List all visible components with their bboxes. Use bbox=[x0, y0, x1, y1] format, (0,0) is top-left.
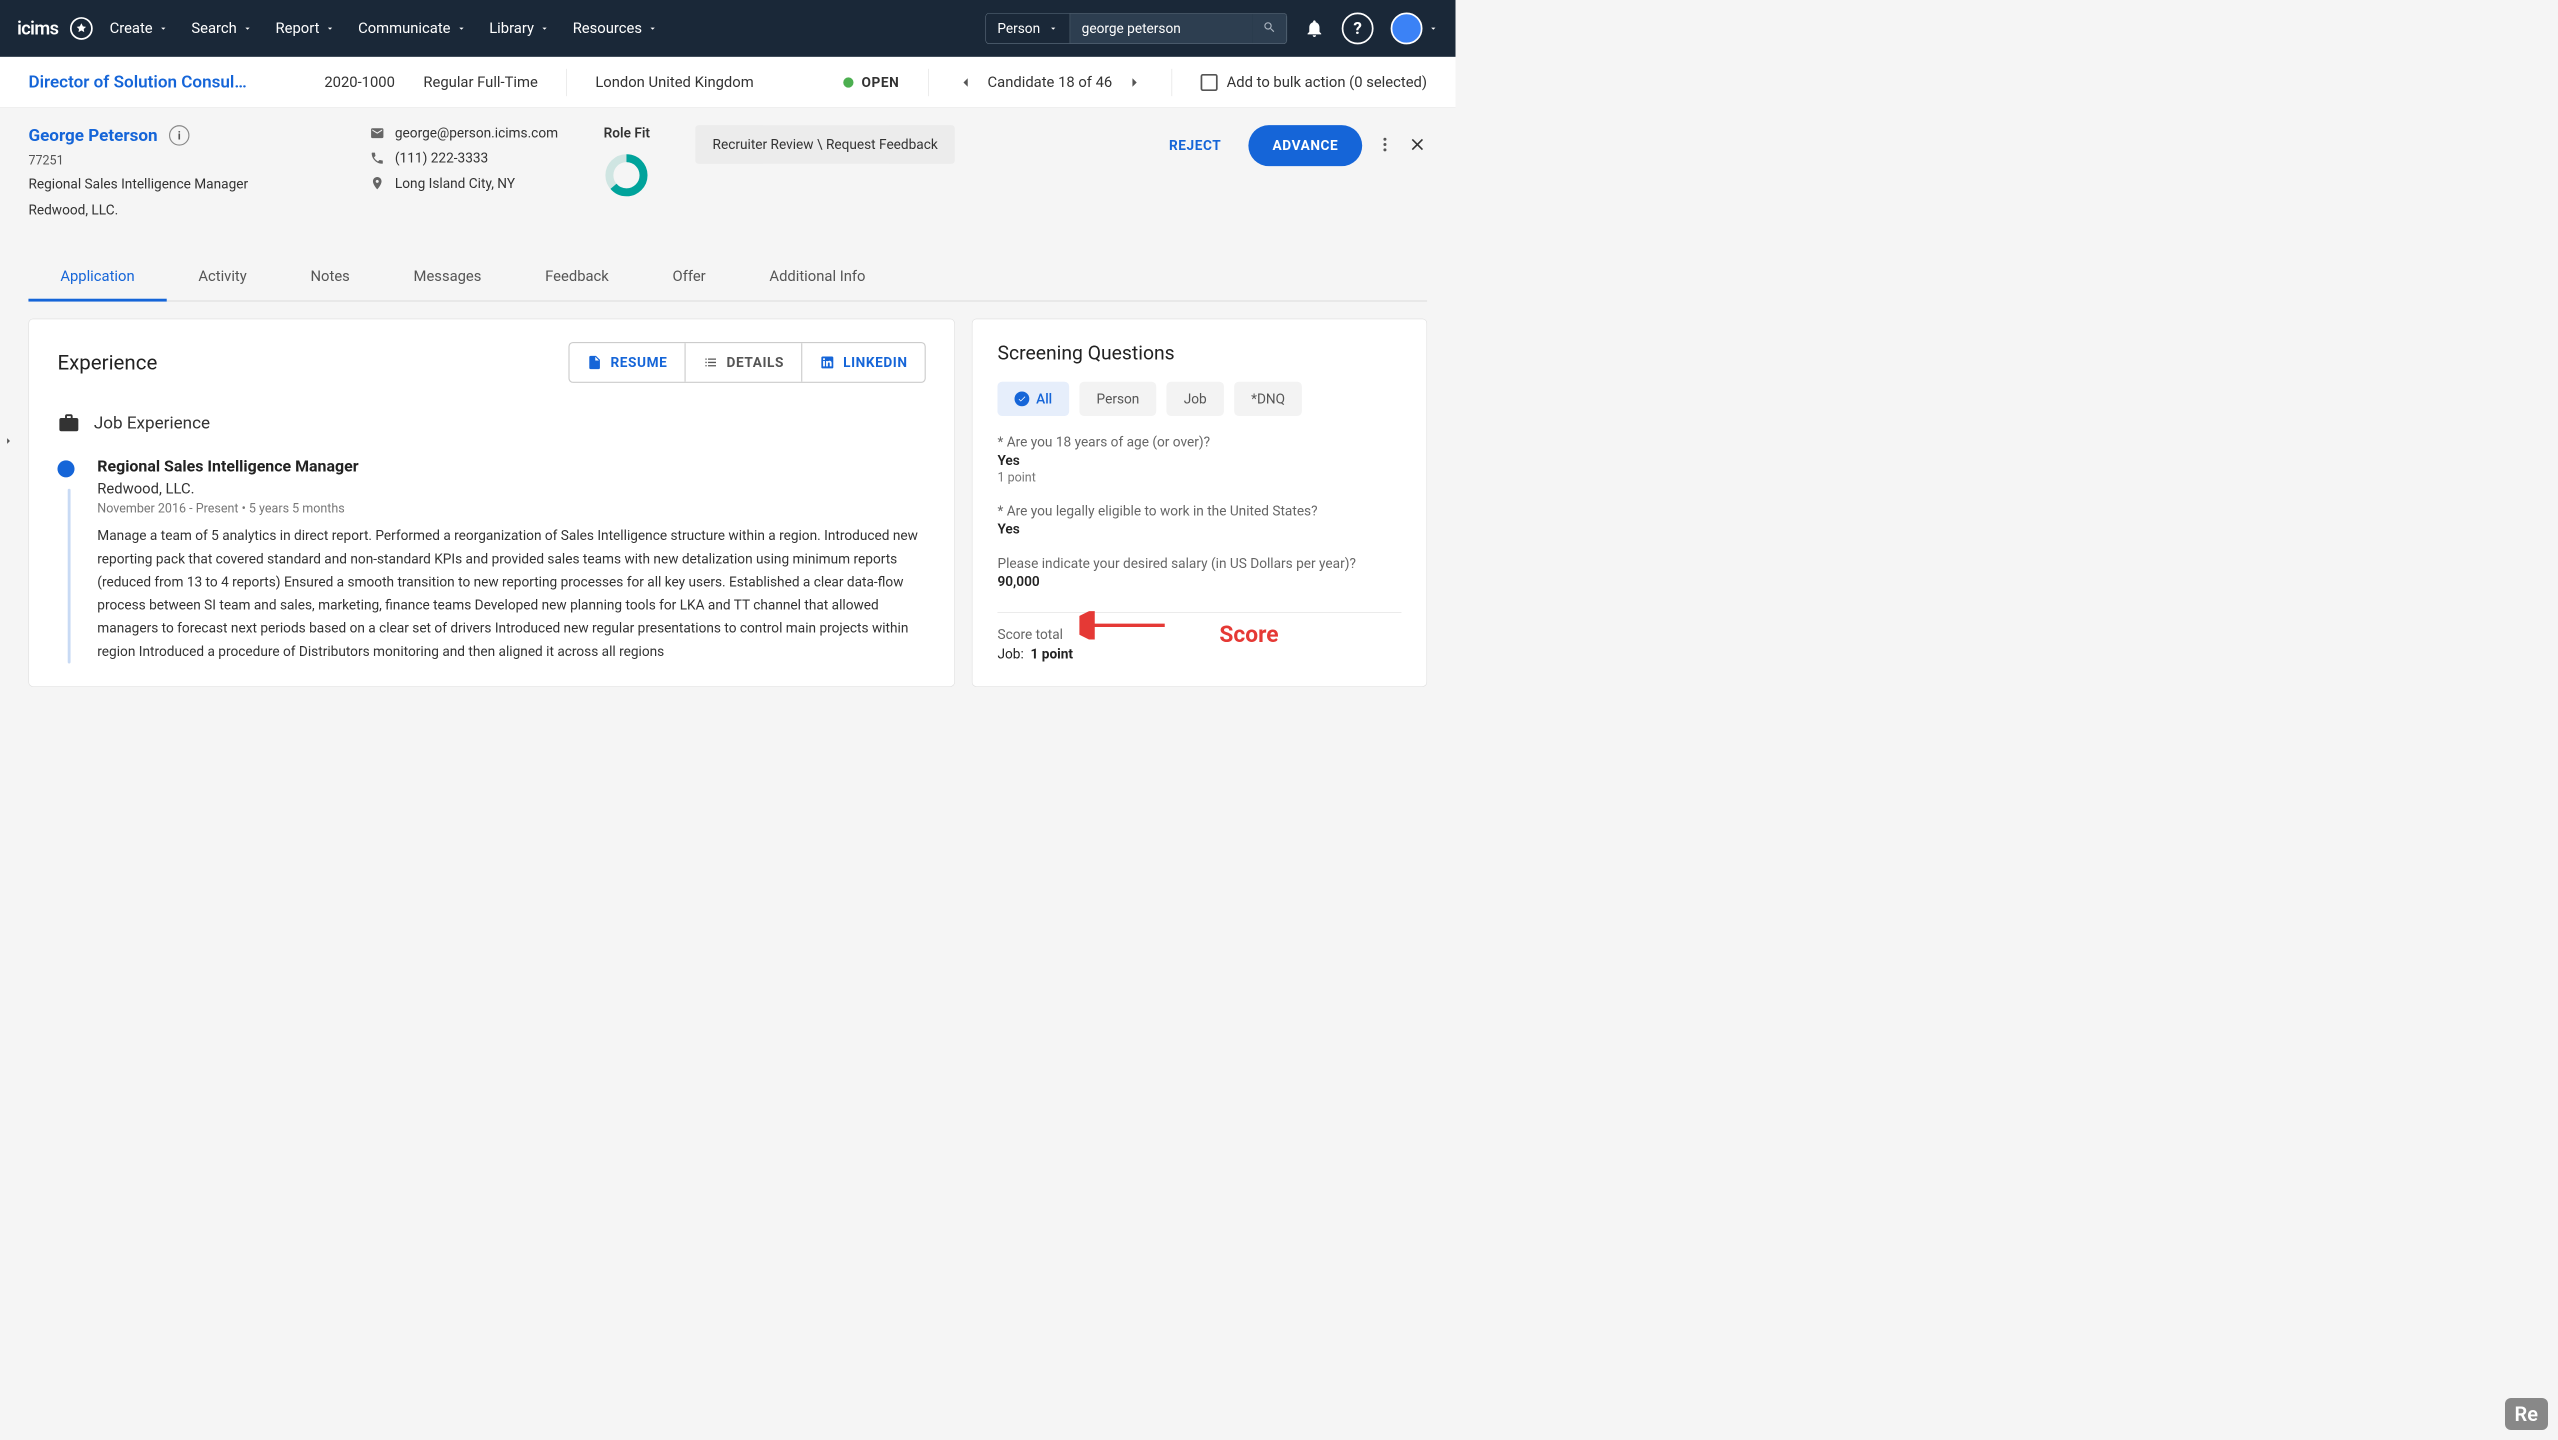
job-schedule: Regular Full-Time bbox=[423, 74, 537, 91]
top-nav: icims Create Search Report Communicate L… bbox=[0, 0, 1456, 57]
job-location: London United Kingdom bbox=[595, 74, 753, 91]
tab-feedback[interactable]: Feedback bbox=[513, 254, 640, 300]
linkedin-icon bbox=[819, 354, 835, 370]
resume-button[interactable]: RESUME bbox=[570, 343, 685, 382]
score-callout: Score bbox=[1219, 621, 1278, 648]
bulk-action[interactable]: Add to bulk action (0 selected) bbox=[1200, 74, 1427, 91]
email-icon bbox=[370, 126, 385, 141]
details-button[interactable]: DETAILS bbox=[684, 343, 801, 382]
person-location: Long Island City, NY bbox=[370, 175, 558, 191]
person-header: George Petersoni 77251 Regional Sales In… bbox=[0, 108, 1456, 301]
info-icon[interactable]: i bbox=[169, 125, 189, 145]
close-button[interactable] bbox=[1408, 135, 1427, 157]
linkedin-button[interactable]: LINKEDIN bbox=[801, 343, 925, 382]
score-total-label: Score total bbox=[997, 626, 1401, 642]
status-dot-icon bbox=[843, 77, 853, 87]
nav-items: Create Search Report Communicate Library… bbox=[110, 20, 658, 37]
score-job: Job: 1 point bbox=[997, 646, 1401, 662]
person-email[interactable]: george@person.icims.com bbox=[370, 125, 558, 141]
experience-view-switch: RESUME DETAILS LINKEDIN bbox=[568, 342, 925, 383]
person-current-company: Redwood, LLC. bbox=[28, 200, 324, 220]
experience-role: Regional Sales Intelligence Manager bbox=[97, 457, 925, 476]
experience-company: Redwood, LLC. bbox=[97, 480, 925, 497]
prev-candidate-icon[interactable] bbox=[957, 74, 974, 91]
tab-messages[interactable]: Messages bbox=[382, 254, 514, 300]
review-status[interactable]: Recruiter Review \ Request Feedback bbox=[695, 125, 954, 164]
phone-icon bbox=[370, 151, 385, 166]
list-icon bbox=[703, 354, 719, 370]
candidate-count: Candidate 18 of 46 bbox=[988, 74, 1113, 91]
nav-report[interactable]: Report bbox=[275, 20, 335, 37]
check-icon bbox=[1017, 394, 1026, 403]
logo-icon bbox=[70, 17, 93, 40]
logo[interactable]: icims bbox=[17, 17, 92, 40]
experience-card: Experience RESUME DETAILS LINKEDIN Job E… bbox=[28, 319, 954, 687]
nav-search[interactable]: Search bbox=[191, 20, 252, 37]
nav-create[interactable]: Create bbox=[110, 20, 169, 37]
briefcase-icon bbox=[57, 411, 80, 434]
advance-button[interactable]: ADVANCE bbox=[1249, 125, 1363, 166]
person-phone[interactable]: (111) 222-3333 bbox=[370, 150, 558, 166]
search-button[interactable] bbox=[1252, 14, 1286, 44]
help-icon[interactable]: ? bbox=[1342, 13, 1374, 45]
kebab-icon bbox=[1376, 135, 1394, 153]
more-actions-button[interactable] bbox=[1376, 135, 1394, 155]
logo-text: icims bbox=[17, 18, 58, 40]
filter-all[interactable]: All bbox=[997, 382, 1069, 416]
arrow-annotation-icon bbox=[1079, 611, 1170, 642]
job-subbar: Director of Solution Consul… 2020-1000 R… bbox=[0, 57, 1456, 108]
search-icon bbox=[1263, 20, 1277, 34]
tab-offer[interactable]: Offer bbox=[641, 254, 738, 300]
screening-question: Please indicate your desired salary (in … bbox=[997, 555, 1401, 589]
re-badge: Re bbox=[2505, 1398, 2548, 1430]
search-box: Person bbox=[985, 13, 1287, 44]
job-experience-header: Job Experience bbox=[57, 411, 925, 434]
tab-application[interactable]: Application bbox=[28, 254, 166, 301]
experience-item: Regional Sales Intelligence Manager Redw… bbox=[57, 457, 925, 663]
experience-title: Experience bbox=[57, 351, 157, 375]
nav-communicate[interactable]: Communicate bbox=[358, 20, 466, 37]
reject-button[interactable]: REJECT bbox=[1155, 126, 1235, 165]
experience-dates: November 2016 - Present • 5 years 5 mont… bbox=[97, 502, 925, 516]
expand-sidebar-button[interactable] bbox=[3, 432, 14, 449]
experience-description: Manage a team of 5 analytics in direct r… bbox=[97, 524, 925, 663]
timeline-dot-icon bbox=[57, 460, 74, 477]
search-category[interactable]: Person bbox=[986, 14, 1070, 44]
document-icon bbox=[587, 354, 603, 370]
next-candidate-icon[interactable] bbox=[1126, 74, 1143, 91]
search-input[interactable] bbox=[1070, 14, 1252, 44]
tab-notes[interactable]: Notes bbox=[279, 254, 382, 300]
user-menu[interactable] bbox=[1391, 13, 1439, 45]
bell-icon[interactable] bbox=[1304, 18, 1324, 38]
job-status: OPEN bbox=[843, 74, 899, 90]
rolefit-ring-icon bbox=[604, 152, 650, 198]
chevron-down-icon bbox=[1428, 23, 1438, 33]
chevron-right-icon bbox=[3, 432, 14, 449]
bulk-checkbox[interactable] bbox=[1200, 74, 1217, 91]
filter-dnq[interactable]: *DNQ bbox=[1234, 382, 1302, 416]
person-current-role: Regional Sales Intelligence Manager bbox=[28, 174, 324, 194]
location-icon bbox=[370, 176, 385, 191]
screening-filters: All Person Job *DNQ bbox=[997, 382, 1401, 416]
nav-library[interactable]: Library bbox=[489, 20, 550, 37]
screening-question: * Are you legally eligible to work in th… bbox=[997, 503, 1401, 537]
screening-title: Screening Questions bbox=[997, 342, 1401, 365]
candidate-nav: Candidate 18 of 46 bbox=[957, 74, 1143, 91]
person-name[interactable]: George Petersoni bbox=[28, 125, 324, 145]
job-id: 2020-1000 bbox=[324, 74, 395, 91]
filter-person[interactable]: Person bbox=[1079, 382, 1156, 416]
job-title[interactable]: Director of Solution Consul… bbox=[28, 72, 295, 92]
filter-job[interactable]: Job bbox=[1167, 382, 1224, 416]
avatar bbox=[1391, 13, 1423, 45]
screening-question: * Are you 18 years of age (or over)? Yes… bbox=[997, 434, 1401, 485]
close-icon bbox=[1408, 135, 1427, 154]
tab-additional-info[interactable]: Additional Info bbox=[738, 254, 898, 300]
person-id: 77251 bbox=[28, 154, 324, 168]
screening-card: Screening Questions All Person Job *DNQ … bbox=[972, 319, 1427, 687]
rolefit-label: Role Fit bbox=[604, 125, 650, 141]
nav-resources[interactable]: Resources bbox=[573, 20, 658, 37]
tab-activity[interactable]: Activity bbox=[166, 254, 278, 300]
person-tabs: Application Activity Notes Messages Feed… bbox=[28, 254, 1427, 301]
